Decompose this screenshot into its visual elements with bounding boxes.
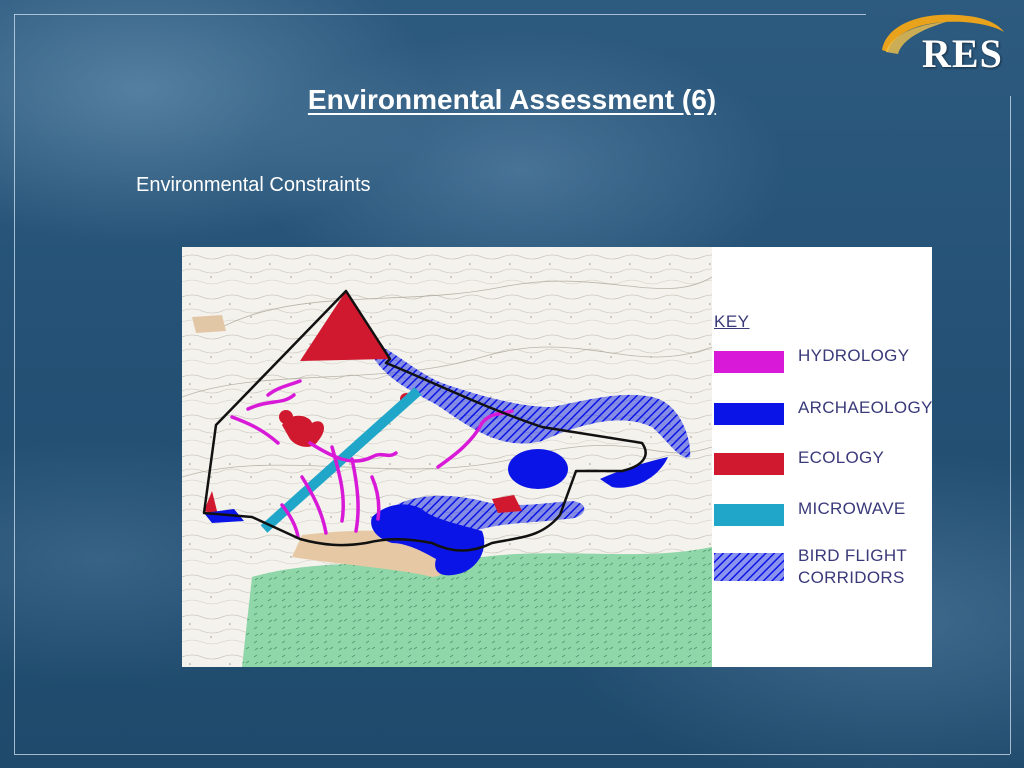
frame-right-line <box>1010 96 1011 754</box>
frame-top-line <box>14 14 866 15</box>
key-item-microwave: MICROWAVE <box>714 498 934 532</box>
key-label-ecology: ECOLOGY <box>798 448 885 467</box>
key-item-bird-flight-corridors: BIRD FLIGHT CORRIDORS <box>714 545 934 589</box>
bird-flight-corridors-swatch <box>714 553 784 581</box>
archaeology-swatch <box>714 403 784 425</box>
hydrology-swatch <box>714 351 784 373</box>
map-image <box>182 247 712 667</box>
frame-bottom-line <box>14 754 1010 755</box>
slide-title: Environmental Assessment (6) <box>307 84 717 115</box>
ecology-spot-1 <box>279 410 293 424</box>
map-sand-patch <box>192 315 226 333</box>
res-logo-text: RES <box>922 31 1003 76</box>
constraints-map: KEY HYDROLOGY ARCHAEOLOGY ECOLOGY MICROW… <box>182 247 932 667</box>
key-item-archaeology: ARCHAEOLOGY <box>714 397 934 431</box>
key-item-hydrology: HYDROLOGY <box>714 345 934 379</box>
frame-left-line <box>14 14 15 754</box>
key-label-microwave: MICROWAVE <box>798 499 906 518</box>
archaeology-site-east <box>508 449 568 489</box>
slide-subtitle: Environmental Constraints <box>136 174 371 196</box>
key-label-hydrology: HYDROLOGY <box>798 346 910 365</box>
microwave-swatch <box>714 504 784 526</box>
key-label-archaeology: ARCHAEOLOGY <box>798 398 933 417</box>
key-label-bird-flight-corridors: BIRD FLIGHT CORRIDORS <box>798 546 907 587</box>
ecology-swatch <box>714 453 784 475</box>
key-item-ecology: ECOLOGY <box>714 447 934 481</box>
map-key-title: KEY <box>714 312 750 331</box>
